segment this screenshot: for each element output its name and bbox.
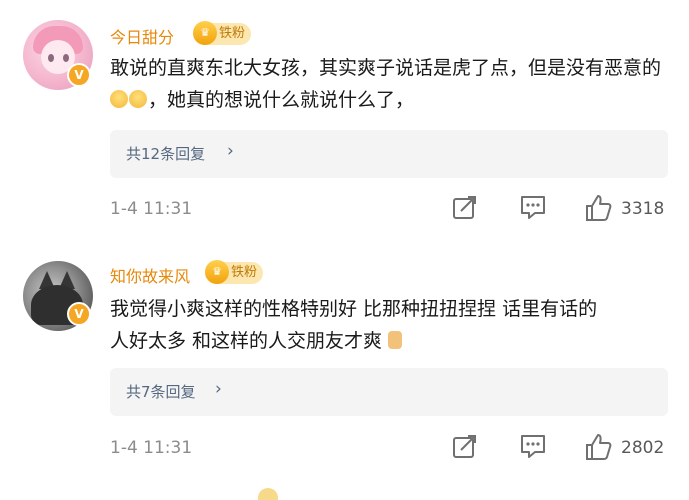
reply-count-label: 共12条回复 (126, 145, 206, 163)
share-icon[interactable] (452, 433, 478, 459)
comment-text-part: 敢说的直爽东北大女孩，其实爽子说话是虎了点，但是没有恶意的 (110, 57, 662, 79)
crown-icon: ♛ (205, 260, 229, 284)
like-count: 2802 (621, 438, 665, 458)
like-icon[interactable] (584, 194, 612, 222)
chevron-right-icon: › (227, 141, 234, 161)
comment-text: 敢说的直爽东北大女孩，其实爽子说话是虎了点，但是没有恶意的 ，她真的想说什么就说什… (110, 52, 670, 116)
fan-badge-label: 铁粉 (231, 265, 258, 280)
comment-text-part: ，她真的想说什么就说什么了， (148, 89, 415, 111)
fan-badge[interactable]: ♛ 铁粉 (205, 260, 264, 284)
comment-feed: V 今日甜分 ♛ 铁粉 敢说的直爽东北大女孩，其实爽子说话是虎了点，但是没有恶意… (0, 0, 689, 500)
verified-badge-icon: V (67, 63, 91, 87)
laugh-cry-emoji-icon (110, 90, 128, 108)
like-count: 3318 (621, 199, 665, 219)
like-icon[interactable] (584, 433, 612, 461)
view-replies-button[interactable]: 共12条回复 › (110, 130, 668, 178)
comment-item: V 知你故来风 ♛ 铁粉 我觉得小爽这样的性格特别好 比那种扭扭捏捏 话里有话的… (0, 245, 689, 475)
comment-text-line: 我觉得小爽这样的性格特别好 比那种扭扭捏捏 话里有话的 (110, 298, 598, 320)
fan-badge[interactable]: ♛ 铁粉 (193, 21, 252, 45)
timestamp: 1-4 11:31 (110, 199, 193, 219)
comment-text: 我觉得小爽这样的性格特别好 比那种扭扭捏捏 话里有话的 人好太多 和这样的人交朋… (110, 293, 670, 357)
laugh-cry-emoji-icon (129, 90, 147, 108)
chevron-right-icon: › (215, 379, 222, 399)
comment-icon[interactable] (520, 433, 546, 459)
fan-badge-label: 铁粉 (219, 26, 246, 41)
thumbs-up-emoji-icon (388, 331, 403, 349)
view-replies-button[interactable]: 共7条回复 › (110, 368, 668, 416)
reply-count-label: 共7条回复 (126, 383, 196, 401)
share-icon[interactable] (452, 194, 478, 220)
comment-text-line: 人好太多 和这样的人交朋友才爽 (110, 330, 383, 352)
partial-emoji-icon (258, 488, 278, 500)
username[interactable]: 今日甜分 (110, 24, 174, 48)
comment-item: V 今日甜分 ♛ 铁粉 敢说的直爽东北大女孩，其实爽子说话是虎了点，但是没有恶意… (0, 0, 689, 240)
verified-badge-icon: V (67, 302, 91, 326)
crown-icon: ♛ (193, 21, 217, 45)
username[interactable]: 知你故来风 (110, 263, 190, 287)
timestamp: 1-4 11:31 (110, 438, 193, 458)
comment-icon[interactable] (520, 194, 546, 220)
